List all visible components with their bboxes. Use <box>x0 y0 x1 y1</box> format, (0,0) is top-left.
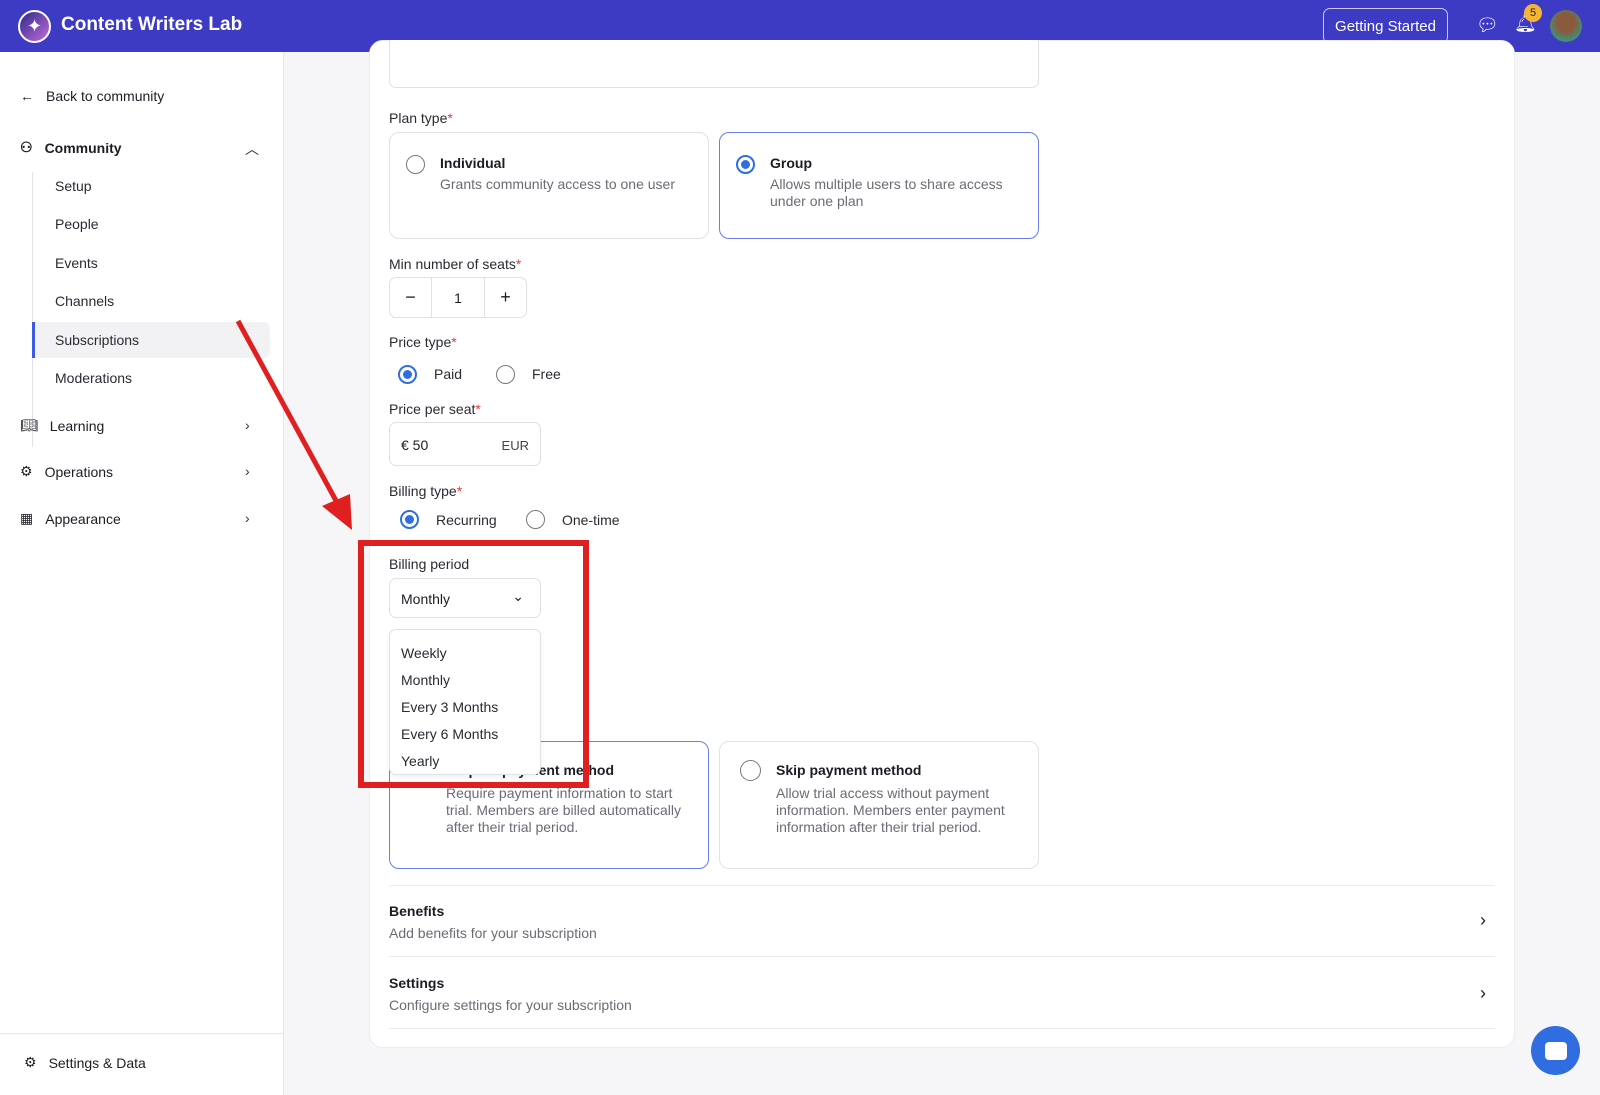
annotation-highlight-box <box>358 540 589 788</box>
annotation-arrow <box>235 319 343 510</box>
annotation-overlay <box>235 319 589 788</box>
